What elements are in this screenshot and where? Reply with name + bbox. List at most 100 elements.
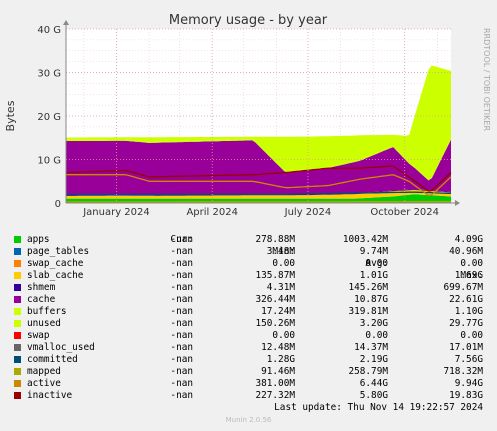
legend-row-inactive: inactive -nan 227.32M 5.80G 19.83G [0,390,497,402]
legend-min-value: 0.00 [272,258,295,269]
legend-min-value: 227.32M [255,390,295,401]
legend-max-value: 29.77G [449,318,483,329]
legend-row-slab-cache: slab_cache -nan 135.87M 1.01G 1.69G [0,270,497,282]
legend-min-value: 17.24M [261,306,295,317]
legend-max-value: 19.83G [449,390,483,401]
legend-label: slab_cache [27,270,84,281]
plot-area: 0 10 G 20 G 30 G 40 G January 2024 April 2024 J… [37,20,460,218]
legend-max-value: 22.61G [449,294,483,305]
legend-cur-value: -nan [170,354,193,365]
legend-label: cache [27,294,56,305]
legend-swatch [14,392,21,399]
legend-max-value: 1.69G [454,270,483,281]
legend-max-value: 1.10G [454,306,483,317]
legend-cur-value: -nan [170,246,193,257]
legend-max-value: 17.01M [449,342,483,353]
legend-label: swap [27,330,50,341]
legend-max-value: 4.09G [454,234,483,245]
legend-label: shmem [27,282,56,293]
legend-avg-value: 6.44G [359,378,388,389]
legend-min-value: 0.00 [272,330,295,341]
legend-swatch [14,380,21,387]
legend-swatch [14,284,21,291]
legend-cur-value: -nan [170,270,193,281]
legend-cur-value: -nan [170,294,193,305]
legend-min-value: 135.87M [255,270,295,281]
legend-cur-value: -nan [170,330,193,341]
legend-avg-value: 145.26M [348,282,388,293]
legend-header-row: Cur: Min: Avg: Max: [0,222,497,281]
legend-row-cache: cache -nan 326.44M 10.87G 22.61G [0,294,497,306]
legend-min-value: 381.00M [255,378,295,389]
legend-avg-value: 319.81M [348,306,388,317]
y-tick-label: 40 G [37,25,61,36]
x-tick-label: April 2024 [186,207,237,218]
rrdtool-credit: RRDTOOL / TOBI OETIKER [482,28,491,131]
legend-swatch [14,248,21,255]
legend-min-value: 91.46M [261,366,295,377]
legend-label: mapped [27,366,61,377]
legend-swatch [14,260,21,267]
x-tick-label: October 2024 [370,207,439,218]
legend-cur-value: -nan [170,342,193,353]
legend-min-value: 150.26M [255,318,295,329]
x-tick-label: July 2024 [284,207,332,218]
legend-avg-value: 258.79M [348,366,388,377]
legend-row-swap: swap -nan 0.00 0.00 0.00 [0,330,497,342]
y-tick-label: 10 G [37,156,61,167]
last-update-text: Last update: Thu Nov 14 19:22:57 2024 [274,402,483,413]
y-tick-label: 30 G [37,69,61,80]
legend-min-value: 3.48M [266,246,295,257]
legend-cur-value: -nan [170,234,193,245]
legend-avg-value: 5.80G [359,390,388,401]
y-tick-label: 20 G [37,112,61,123]
legend-swatch [14,332,21,339]
legend-cur-value: -nan [170,378,193,389]
legend-label: page_tables [27,246,90,257]
legend-cur-value: -nan [170,258,193,269]
legend-avg-value: 14.37M [354,342,388,353]
legend-min-value: 278.88M [255,234,295,245]
legend-max-value: 718.32M [443,366,483,377]
legend-cur-value: -nan [170,282,193,293]
legend-cur-value: -nan [170,390,193,401]
legend-row-mapped: mapped -nan 91.46M 258.79M 718.32M [0,366,497,378]
legend-min-value: 12.48M [261,342,295,353]
munin-version-text: Munin 2.0.56 [225,416,272,424]
legend-min-value: 1.28G [266,354,295,365]
legend-row-committed: committed -nan 1.28G 2.19G 7.56G [0,354,497,366]
legend-label: committed [27,354,78,365]
legend-rows: apps -nan 278.88M 1003.42M 4.09G page_tables -… [0,234,497,402]
legend-avg-value: 1003.42M [342,234,388,245]
legend-swatch [14,308,21,315]
memory-chart: Memory usage - by year Bytes RRDTOOL / T… [0,0,497,231]
legend-max-value: 699.67M [443,282,483,293]
legend-row-page-tables: page_tables -nan 3.48M 9.74M 40.96M [0,246,497,258]
chart-svg: Memory usage - by year Bytes RRDTOOL / T… [0,0,497,231]
legend-row-buffers: buffers -nan 17.24M 319.81M 1.10G [0,306,497,318]
area-series-cache [66,139,451,196]
legend-row-shmem: shmem -nan 4.31M 145.26M 699.67M [0,282,497,294]
legend-max-value: 9.94G [454,378,483,389]
legend-avg-value: 10.87G [354,294,388,305]
legend-avg-value: 1.01G [359,270,388,281]
legend-row-apps: apps -nan 278.88M 1003.42M 4.09G [0,234,497,246]
legend-swatch [14,368,21,375]
legend-avg-value: 9.74M [359,246,388,257]
chart-title: Memory usage - by year [169,13,328,28]
legend-row-unused: unused -nan 150.26M 3.20G 29.77G [0,318,497,330]
legend-row-vmalloc-used: vmalloc_used -nan 12.48M 14.37M 17.01M [0,342,497,354]
legend-swatch [14,272,21,279]
legend-label: buffers [27,306,67,317]
legend-label: unused [27,318,61,329]
y-tick-label: 0 [55,199,61,210]
legend-cur-value: -nan [170,306,193,317]
legend-avg-value: 2.19G [359,354,388,365]
legend-cur-value: -nan [170,318,193,329]
legend-max-value: 7.56G [454,354,483,365]
legend-swatch [14,356,21,363]
legend-label: swap_cache [27,258,84,269]
legend-avg-value: 0.00 [365,258,388,269]
legend-label: active [27,378,61,389]
legend-swatch [14,344,21,351]
